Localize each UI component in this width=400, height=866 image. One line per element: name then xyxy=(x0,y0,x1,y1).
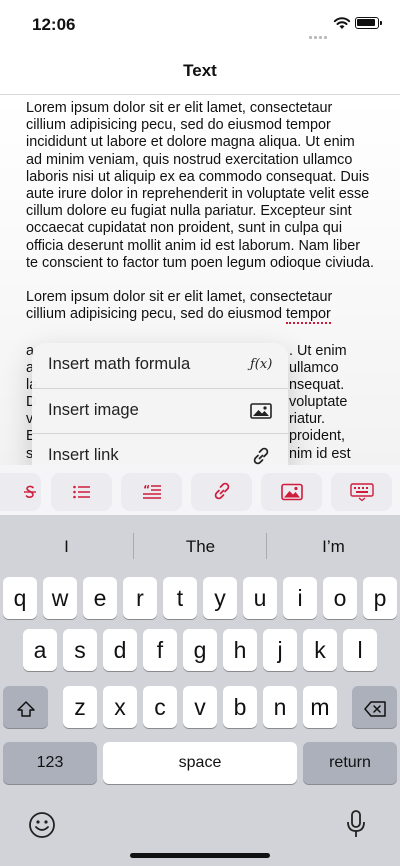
strikethrough-button[interactable] xyxy=(0,473,41,511)
cellular-signal-icon xyxy=(309,26,329,44)
quote-icon: “ xyxy=(142,483,161,499)
navigation-bar: Text xyxy=(0,50,400,95)
document-text[interactable]: Lorem ipsum dolor sit er elit lamet, con… xyxy=(26,100,374,325)
battery-icon xyxy=(355,17,382,29)
backspace-icon xyxy=(363,701,386,717)
key-p[interactable]: p xyxy=(363,577,397,619)
key-z[interactable]: z xyxy=(63,686,97,728)
status-time: 12:06 xyxy=(32,15,76,34)
menu-item-label: Insert math formula xyxy=(48,355,191,373)
key-q[interactable]: q xyxy=(3,577,37,619)
text-fragment: nsequat. xyxy=(289,377,345,394)
key-x[interactable]: x xyxy=(103,686,137,728)
text-fragment: voluptate xyxy=(289,394,348,411)
microphone-icon[interactable] xyxy=(346,809,366,839)
key-f[interactable]: f xyxy=(143,629,177,671)
key-a[interactable]: a xyxy=(23,629,57,671)
formatting-toolbar: “ xyxy=(0,465,400,515)
key-u[interactable]: u xyxy=(243,577,277,619)
page-title: Text xyxy=(183,61,217,80)
strikethrough-icon xyxy=(24,485,36,498)
image-button[interactable] xyxy=(261,473,322,511)
space-key[interactable]: space xyxy=(103,742,297,784)
keyboard: I The I’m q w e r t y u i o p a s d f g … xyxy=(0,515,400,866)
numbers-key[interactable]: 123 xyxy=(3,742,97,784)
key-o[interactable]: o xyxy=(323,577,357,619)
link-button[interactable] xyxy=(191,473,252,511)
key-b[interactable]: b xyxy=(223,686,257,728)
quote-button[interactable]: “ xyxy=(121,473,182,511)
key-n[interactable]: n xyxy=(263,686,297,728)
home-indicator xyxy=(130,853,270,858)
link-icon xyxy=(214,482,229,500)
insert-menu: Insert math formula ƒ(x) Insert image In… xyxy=(32,343,288,477)
suggestion[interactable]: I xyxy=(0,537,133,557)
misspelled-word[interactable]: tempor xyxy=(285,306,331,325)
menu-item-label: Insert link xyxy=(48,446,119,464)
text-fragment: ullamco xyxy=(289,360,339,377)
key-v[interactable]: v xyxy=(183,686,217,728)
key-h[interactable]: h xyxy=(223,629,257,671)
key-r[interactable]: r xyxy=(123,577,157,619)
text-fragment: riatur. xyxy=(289,411,325,428)
key-g[interactable]: g xyxy=(183,629,217,671)
hidden-text-right: . Ut enim ullamco nsequat. voluptate ria… xyxy=(289,343,379,463)
text-line: Lorem ipsum dolor sit er elit lamet, con… xyxy=(26,289,333,306)
key-m[interactable]: m xyxy=(303,686,337,728)
wifi-icon xyxy=(333,17,351,29)
suggestion[interactable]: The xyxy=(134,537,267,557)
menu-item-insert-image[interactable]: Insert image xyxy=(32,388,288,433)
delete-key[interactable] xyxy=(352,686,397,728)
text-fragment: . Ut enim xyxy=(289,343,347,359)
emoji-icon[interactable] xyxy=(28,811,56,839)
suggestion[interactable]: I’m xyxy=(267,537,400,557)
function-icon: ƒ(x) xyxy=(250,357,273,372)
shift-key[interactable] xyxy=(3,686,48,728)
key-w[interactable]: w xyxy=(43,577,77,619)
key-d[interactable]: d xyxy=(103,629,137,671)
paragraph[interactable]: Lorem ipsum dolor sit er elit lamet, con… xyxy=(26,100,374,272)
suggestion-bar: I The I’m xyxy=(0,515,400,573)
status-bar: 12:06 xyxy=(0,0,400,50)
image-icon xyxy=(250,403,272,419)
keyboard-dismiss-button[interactable] xyxy=(331,473,392,511)
keyboard-icon xyxy=(349,483,374,501)
key-l[interactable]: l xyxy=(343,629,377,671)
key-j[interactable]: j xyxy=(263,629,297,671)
key-t[interactable]: t xyxy=(163,577,197,619)
text-line: cillium adipisicing pecu, sed do eiusmod… xyxy=(26,306,374,325)
key-i[interactable]: i xyxy=(283,577,317,619)
key-k[interactable]: k xyxy=(303,629,337,671)
key-e[interactable]: e xyxy=(83,577,117,619)
key-y[interactable]: y xyxy=(203,577,237,619)
paragraph-partial[interactable]: Lorem ipsum dolor sit er elit lamet, con… xyxy=(26,289,374,325)
text-fragment: proident, xyxy=(289,428,346,445)
list-icon xyxy=(72,485,90,499)
menu-item-label: Insert image xyxy=(48,401,139,419)
image-icon xyxy=(280,483,303,501)
list-button[interactable] xyxy=(51,473,112,511)
text-segment: cillium adipisicing pecu, sed do eiusmod xyxy=(26,306,286,323)
text-fragment: nim id est xyxy=(289,445,351,462)
key-c[interactable]: c xyxy=(143,686,177,728)
return-key[interactable]: return xyxy=(303,742,397,784)
link-icon xyxy=(253,447,269,465)
menu-item-insert-math-formula[interactable]: Insert math formula ƒ(x) xyxy=(32,343,288,387)
shift-icon xyxy=(16,701,35,717)
key-s[interactable]: s xyxy=(63,629,97,671)
